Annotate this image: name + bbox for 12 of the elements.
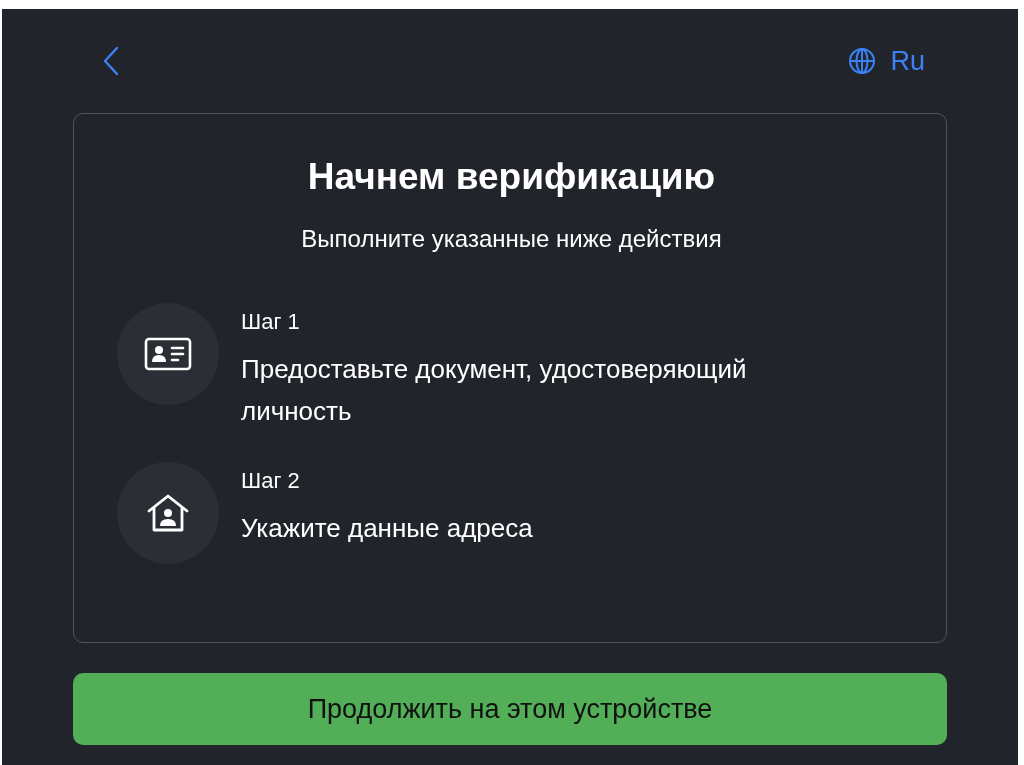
id-card-icon (144, 337, 192, 371)
language-button[interactable]: Ru (848, 45, 925, 77)
globe-icon (848, 47, 877, 75)
continue-button[interactable]: Продолжить на этом устройстве (73, 673, 947, 745)
step-label: Шаг 1 (241, 309, 301, 335)
house-person-icon (146, 493, 190, 534)
card-subtitle: Выполните указанные ниже действия (300, 225, 723, 253)
step-description: Укажите данные адреса (241, 512, 533, 546)
step-description: Предоставьте документ, удостоверяющий личность (241, 353, 748, 428)
back-chevron-icon[interactable] (103, 45, 119, 76)
step-label: Шаг 2 (241, 468, 301, 495)
card-title: Начнем верификацию (306, 156, 717, 198)
